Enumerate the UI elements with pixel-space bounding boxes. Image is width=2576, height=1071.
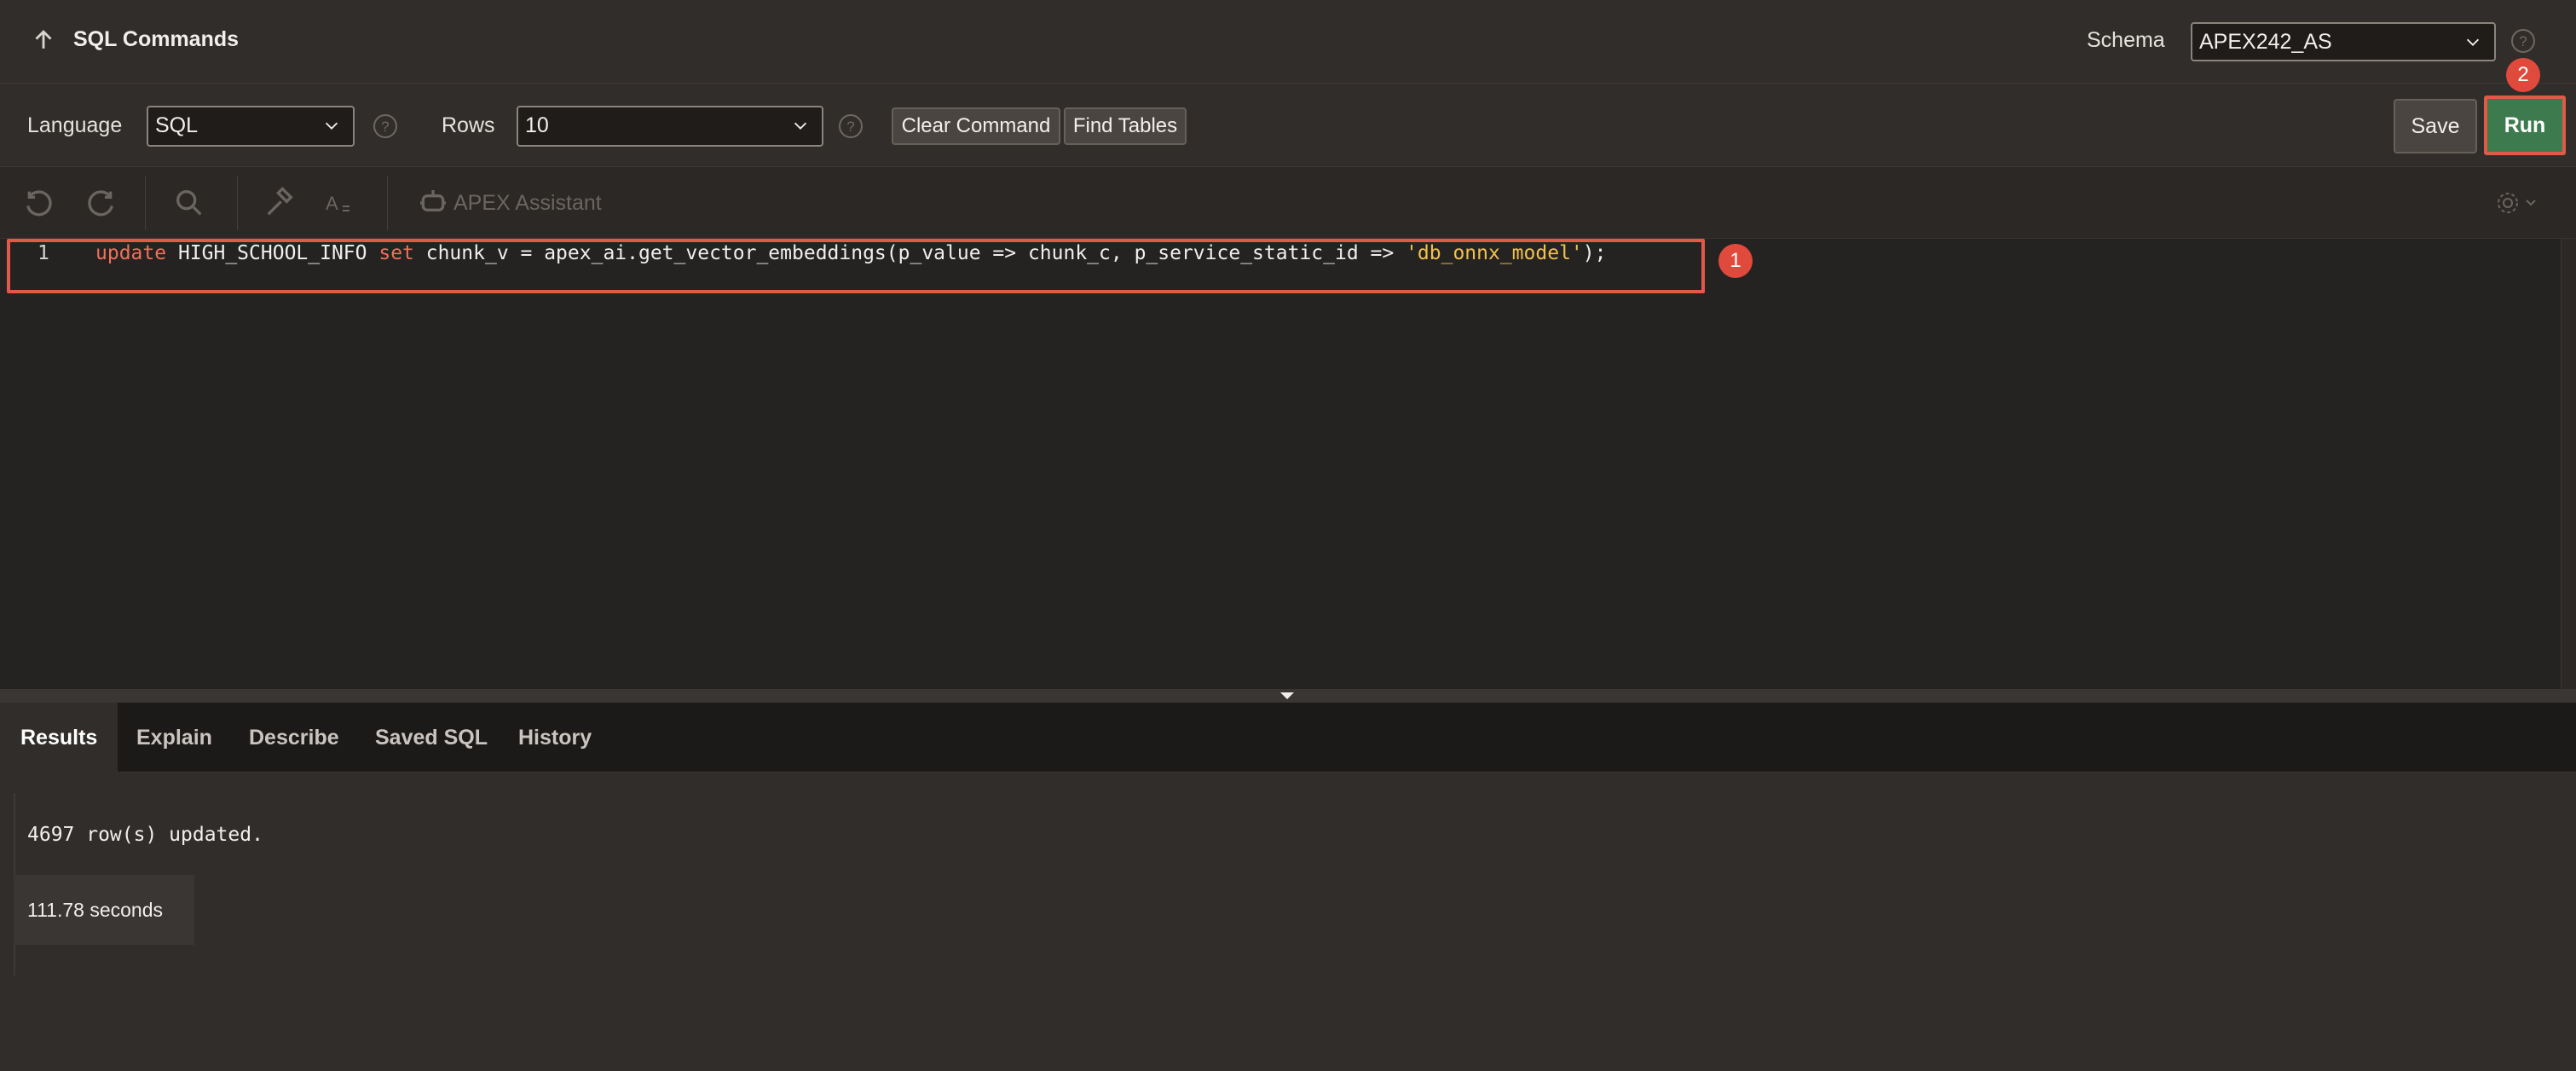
tab-history[interactable]: History [498, 703, 612, 773]
page-header: SQL Commands Schema APEX242_AS ? [0, 0, 2576, 84]
sql-editor[interactable]: 1 update HIGH_SCHOOL_INFO set chunk_v = … [0, 239, 2576, 689]
toolbar-divider [387, 176, 388, 230]
callout-badge-1: 1 [1718, 244, 1753, 278]
undo-icon[interactable] [22, 186, 56, 220]
settings-gear-icon[interactable] [2494, 186, 2544, 220]
hammer-icon[interactable] [263, 186, 297, 220]
assistant-icon[interactable] [416, 186, 450, 220]
format-case-icon[interactable]: A [324, 186, 358, 220]
apex-assistant-button[interactable]: APEX Assistant [453, 191, 602, 216]
toolbar-divider [145, 176, 146, 230]
tab-results[interactable]: Results [0, 703, 118, 773]
find-tables-button[interactable]: Find Tables [1064, 107, 1187, 145]
rows-label: Rows [442, 113, 495, 137]
arrow-up-icon[interactable] [29, 26, 58, 55]
search-icon[interactable] [172, 186, 206, 220]
rows-help-icon[interactable]: ? [837, 113, 864, 140]
collapse-arrow-icon[interactable] [1280, 692, 1294, 699]
editor-scrollbar[interactable] [2561, 239, 2576, 689]
toolbar-divider [237, 176, 238, 230]
chevron-down-icon [794, 122, 807, 130]
redo-icon[interactable] [84, 186, 118, 220]
schema-help-icon[interactable]: ? [2510, 27, 2537, 55]
language-select[interactable]: SQL [147, 106, 355, 147]
tab-describe[interactable]: Describe [228, 703, 360, 773]
sql-commands-page: SQL Commands Schema APEX242_AS ? Languag… [0, 0, 2576, 1071]
language-value: SQL [155, 113, 199, 137]
language-label: Language [27, 113, 123, 137]
elapsed-time: 111.78 seconds [14, 875, 194, 945]
page-title: SQL Commands [73, 27, 240, 51]
highlight-box-1 [7, 239, 1705, 293]
result-message: 4697 row(s) updated. [27, 824, 263, 846]
tab-saved-sql[interactable]: Saved SQL [355, 703, 508, 773]
rows-select[interactable]: 10 [517, 106, 823, 147]
save-button[interactable]: Save [2394, 99, 2477, 153]
schema-select[interactable]: APEX242_AS [2191, 22, 2496, 61]
language-help-icon[interactable]: ? [372, 113, 399, 140]
chevron-down-icon [325, 122, 338, 130]
callout-badge-2: 2 [2506, 58, 2540, 92]
run-button[interactable]: Run [2484, 96, 2566, 155]
schema-label: Schema [2087, 28, 2165, 52]
schema-value: APEX242_AS [2199, 30, 2332, 54]
svg-text:A: A [326, 193, 338, 214]
tab-explain[interactable]: Explain [116, 703, 233, 773]
chevron-down-icon [2466, 38, 2480, 46]
svg-text:?: ? [846, 119, 854, 135]
results-panel [0, 773, 2576, 1071]
rows-value: 10 [525, 113, 549, 137]
svg-text:?: ? [381, 119, 389, 135]
clear-command-button[interactable]: Clear Command [892, 107, 1060, 145]
svg-text:?: ? [2519, 33, 2527, 49]
